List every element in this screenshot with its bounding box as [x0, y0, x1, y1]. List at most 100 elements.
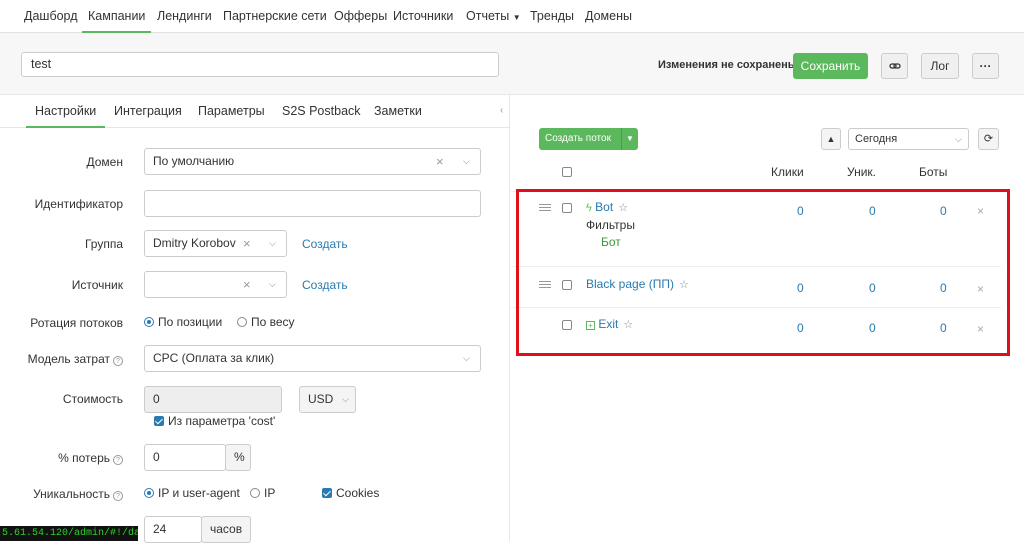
unsaved-status: Изменения не сохранены	[658, 59, 798, 71]
nav-affiliate-networks[interactable]: Партнерские сети	[223, 0, 327, 33]
cost-model-value: CPC (Оплата за клик)	[153, 351, 275, 365]
identifier-input[interactable]	[144, 190, 481, 217]
column-bots[interactable]: Боты	[919, 165, 947, 179]
chevron-down-icon: ⌵	[463, 156, 470, 166]
cost-input[interactable]: 0	[144, 386, 282, 413]
caret-up-icon: ▲	[826, 134, 836, 144]
tab-settings[interactable]: Настройки	[26, 95, 106, 128]
domain-value: По умолчанию	[153, 154, 235, 168]
nav-reports[interactable]: Отчеты ▼	[466, 0, 521, 33]
campaign-name-input[interactable]: test	[21, 52, 499, 77]
hours-unit: часов	[201, 516, 251, 543]
nav-dashboard[interactable]: Дашборд	[24, 0, 78, 33]
tab-s2s-postback[interactable]: S2S Postback	[282, 95, 361, 128]
campaign-header: test Изменения не сохранены Сохранить Ло…	[0, 33, 1024, 95]
radio-selected[interactable]	[144, 317, 154, 327]
cost-model-text: Модель затрат	[27, 352, 110, 366]
loss-text: % потерь	[58, 451, 110, 465]
group-value: Dmitry Korobov	[153, 236, 236, 250]
tab-integration[interactable]: Интеграция	[114, 95, 182, 128]
currency-value: USD	[308, 392, 334, 406]
uniqueness-option-ip-ua[interactable]: IP и user-agent	[144, 486, 240, 500]
chevron-down-icon: ⌵	[269, 279, 276, 289]
top-nav: Дашборд Кампании Лендинги Партнерские се…	[0, 0, 1024, 33]
uniqueness-option-label: IP	[264, 486, 276, 500]
collapse-up-button[interactable]: ▲	[821, 128, 841, 150]
clear-icon[interactable]: ×	[243, 231, 251, 256]
uniqueness-hours-input[interactable]: 24	[144, 516, 202, 543]
cookies-label: Cookies	[336, 486, 380, 500]
nav-campaigns[interactable]: Кампании	[82, 0, 152, 33]
uniqueness-text: Уникальность	[33, 487, 110, 501]
select-all-checkbox[interactable]	[562, 167, 572, 177]
log-button[interactable]: Лог	[921, 53, 959, 79]
loss-input[interactable]: 0	[144, 444, 226, 471]
checkbox-checked[interactable]	[154, 416, 164, 426]
create-stream-label: Создать поток	[545, 133, 611, 144]
nav-domains[interactable]: Домены	[585, 0, 632, 33]
help-icon[interactable]: ?	[113, 356, 123, 366]
link-icon	[888, 63, 901, 69]
rotation-option-label: По позиции	[158, 315, 223, 329]
settings-panel: Настройки Интеграция Параметры S2S Postb…	[0, 95, 510, 543]
date-range-value: Сегодня	[855, 133, 898, 145]
group-select[interactable]: Dmitry Korobov × ⌵	[144, 230, 287, 257]
clear-icon[interactable]: ×	[243, 272, 251, 297]
button-divider	[621, 128, 622, 150]
clear-icon[interactable]: ×	[436, 149, 444, 174]
radio-selected[interactable]	[144, 488, 154, 498]
refresh-button[interactable]: ⟳	[978, 128, 999, 150]
domain-select[interactable]: По умолчанию × ⌵	[144, 148, 481, 175]
cookies-checkbox[interactable]: Cookies	[322, 486, 379, 500]
group-label: Группа	[84, 237, 123, 251]
cost-label: Стоимость	[62, 392, 123, 406]
nav-offers[interactable]: Офферы	[334, 0, 387, 33]
help-icon[interactable]: ?	[113, 455, 123, 465]
create-stream-button[interactable]: Создать поток ▼	[539, 128, 638, 150]
chevron-down-icon: ⌵	[463, 353, 470, 363]
create-source-link[interactable]: Создать	[302, 278, 348, 292]
nav-landings[interactable]: Лендинги	[157, 0, 212, 33]
uniqueness-option-ip[interactable]: IP	[250, 486, 275, 500]
uniqueness-label: Уникальность?	[10, 487, 123, 501]
checkbox-checked[interactable]	[322, 488, 332, 498]
cost-model-label: Модель затрат?	[10, 352, 123, 366]
uniqueness-option-label: IP и user-agent	[158, 486, 240, 500]
collapse-icon[interactable]: ‹	[500, 105, 503, 116]
help-icon[interactable]: ?	[113, 491, 123, 501]
more-button[interactable]: ···	[972, 53, 999, 79]
rotation-label: Ротация потоков	[30, 316, 123, 330]
loss-unit: %	[225, 444, 251, 471]
caret-down-icon: ▼	[512, 13, 521, 22]
column-unique[interactable]: Уник.	[847, 165, 876, 179]
link-button[interactable]	[881, 53, 908, 79]
column-clicks[interactable]: Клики	[771, 165, 804, 179]
cost-from-param-checkbox[interactable]: Из параметра 'cost'	[154, 414, 275, 428]
nav-reports-label: Отчеты	[466, 9, 510, 23]
date-range-select[interactable]: Сегодня ⌵	[848, 128, 969, 150]
cost-model-select[interactable]: CPC (Оплата за клик) ⌵	[144, 345, 481, 372]
tab-parameters[interactable]: Параметры	[198, 95, 265, 128]
rotation-option-weight[interactable]: По весу	[237, 315, 295, 329]
radio-unselected[interactable]	[237, 317, 247, 327]
tab-notes[interactable]: Заметки	[374, 95, 422, 128]
create-group-link[interactable]: Создать	[302, 237, 348, 251]
chevron-down-icon: ⌵	[955, 134, 962, 144]
rotation-option-label: По весу	[251, 315, 295, 329]
loss-label: % потерь?	[20, 451, 123, 465]
save-button[interactable]: Сохранить	[793, 53, 868, 79]
cost-from-param-label: Из параметра 'cost'	[168, 414, 276, 428]
refresh-icon: ⟳	[983, 133, 994, 145]
rotation-option-position[interactable]: По позиции	[144, 315, 222, 329]
highlight-box	[516, 189, 1010, 356]
chevron-down-icon: ⌵	[342, 394, 349, 404]
radio-unselected[interactable]	[250, 488, 260, 498]
chevron-down-icon: ⌵	[269, 238, 276, 248]
status-bar-url: 5.61.54.120/admin/#!/dashboard/	[0, 526, 138, 541]
currency-select[interactable]: USD ⌵	[299, 386, 356, 413]
settings-tabs: Настройки Интеграция Параметры S2S Postb…	[0, 95, 510, 128]
caret-down-icon[interactable]: ▼	[626, 128, 634, 150]
nav-trends[interactable]: Тренды	[530, 0, 574, 33]
nav-sources[interactable]: Источники	[393, 0, 453, 33]
source-select[interactable]: × ⌵	[144, 271, 287, 298]
